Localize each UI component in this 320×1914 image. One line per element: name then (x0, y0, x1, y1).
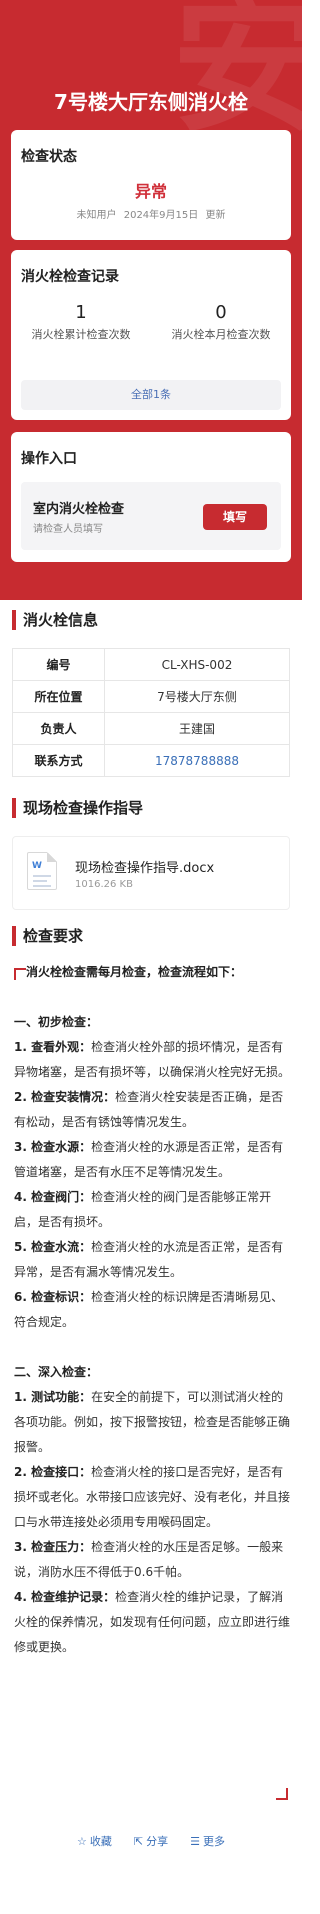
status-card: 检查状态 异常 未知用户 2024年9月15日 更新 (11, 130, 291, 240)
info-value: CL-XHS-002 (104, 648, 290, 681)
info-key: 联系方式 (12, 744, 105, 777)
table-row: 负责人 王建国 (12, 712, 290, 745)
list-item: 4. 检查维护记录：检查消火栓的维护记录，了解消火栓的保养情况，如发现有任何问题… (14, 1590, 291, 1654)
requirements-section-title: 检查要求 (12, 926, 83, 946)
footer-actions: ☆ 收藏 ⇱ 分享 ☰ 更多 (0, 1828, 302, 1856)
status-user: 未知用户 (76, 210, 117, 221)
status-card-title: 检查状态 (21, 149, 77, 165)
info-value: 王建国 (104, 712, 290, 745)
list-item: 1. 测试功能：在安全的前提下，可以测试消火栓的各项功能。例如，按下报警按钮，检… (14, 1390, 291, 1454)
requirements-body: 消火栓检查需每月检查，检查流程如下： 一、初步检查： 1. 查看外观：检查消火栓… (14, 960, 290, 1660)
info-value: 7号楼大厅东侧 (104, 680, 290, 713)
action-card-title: 操作入口 (21, 451, 77, 467)
guide-section-title: 现场检查操作指导 (12, 798, 143, 818)
section-heading: 二、深入检查： (14, 1365, 99, 1379)
list-item: 2. 检查接口：检查消火栓的接口是否完好，是否有损坏或老化。水带接口应该完好、没… (14, 1465, 291, 1529)
favorite-button[interactable]: ☆ 收藏 (77, 1828, 112, 1856)
page-title: 7号楼大厅东侧消火栓 (54, 90, 248, 114)
record-card: 消火栓检查记录 1 消火栓累计检查次数 0 消火栓本月检查次数 全部1条 (11, 250, 291, 420)
list-item: 3. 检查水源：检查消火栓的水源是否正常，是否有管道堵塞，是否有水压不足等情况发… (14, 1140, 284, 1179)
more-icon: ☰ (190, 1835, 200, 1848)
more-button[interactable]: ☰ 更多 (190, 1828, 225, 1856)
corner-decoration (276, 1788, 288, 1800)
table-row: 编号 CL-XHS-002 (12, 648, 290, 681)
watermark-glyph: 安 (171, 0, 302, 153)
record-card-title: 消火栓检查记录 (21, 269, 119, 285)
attachment-item[interactable]: W 现场检查操作指导.docx 1016.26 KB (12, 836, 290, 910)
attachment-name: 现场检查操作指导.docx (75, 861, 215, 876)
list-item: 4. 检查阀门：检查消火栓的阀门是否能够正常开启，是否有损坏。 (14, 1190, 272, 1229)
status-value: 异常 (134, 182, 167, 201)
section-heading: 一、初步检查： (14, 1015, 99, 1029)
list-item: 6. 检查标识：检查消火栓的标识牌是否清晰易见、符合规定。 (14, 1290, 284, 1329)
action-name: 室内消火栓检查 (33, 502, 125, 517)
word-document-icon: W (27, 852, 57, 890)
month-checks-label: 消火栓本月检查次数 (171, 328, 271, 341)
total-checks-count: 1 (75, 302, 87, 323)
status-date: 2024年9月15日 (123, 210, 199, 221)
list-item: 3. 检查压力：检查消火栓的水压是否足够。一般来说，消防水压不得低于0.6千帕。 (14, 1540, 284, 1579)
star-icon: ☆ (77, 1835, 87, 1848)
phone-link[interactable]: 17878788888 (104, 744, 290, 777)
status-suffix: 更新 (205, 210, 226, 221)
month-checks-count: 0 (215, 302, 227, 323)
info-key: 负责人 (12, 712, 105, 745)
share-icon: ⇱ (133, 1835, 144, 1848)
total-checks-label: 消火栓累计检查次数 (31, 328, 131, 341)
info-key: 所在位置 (12, 680, 105, 713)
attachment-size: 1016.26 KB (75, 879, 133, 890)
list-item: 5. 检查水流：检查消火栓的水流是否正常，是否有异常，是否有漏水等情况发生。 (14, 1240, 284, 1279)
total-checks-stat: 1 消火栓累计检查次数 (11, 302, 151, 343)
action-subtitle: 请检查人员填写 (33, 524, 103, 535)
status-meta: 未知用户 2024年9月15日 更新 (11, 206, 291, 221)
table-row: 联系方式 17878788888 (12, 744, 290, 777)
info-section-title: 消火栓信息 (12, 610, 98, 630)
list-item: 1. 查看外观：检查消火栓外部的损坏情况，是否有异物堵塞，是否有损坏等，以确保消… (14, 1040, 291, 1079)
requirements-intro: 消火栓检查需每月检查，检查流程如下： (26, 965, 243, 979)
indoor-hydrant-check-entry[interactable]: 室内消火栓检查 请检查人员填写 填写 (21, 482, 281, 550)
info-key: 编号 (12, 648, 105, 681)
all-records-button[interactable]: 全部1条 (21, 380, 281, 410)
share-button[interactable]: ⇱ 分享 (134, 1828, 168, 1856)
action-card: 操作入口 室内消火栓检查 请检查人员填写 填写 (11, 432, 291, 562)
list-item: 2. 检查安装情况：检查消火栓安装是否正确，是否有松动，是否有锈蚀等情况发生。 (14, 1090, 284, 1129)
info-table: 编号 CL-XHS-002 所在位置 7号楼大厅东侧 负责人 王建国 联系方式 … (12, 648, 290, 777)
month-checks-stat: 0 消火栓本月检查次数 (151, 302, 291, 343)
table-row: 所在位置 7号楼大厅东侧 (12, 680, 290, 713)
fill-button[interactable]: 填写 (203, 504, 267, 530)
